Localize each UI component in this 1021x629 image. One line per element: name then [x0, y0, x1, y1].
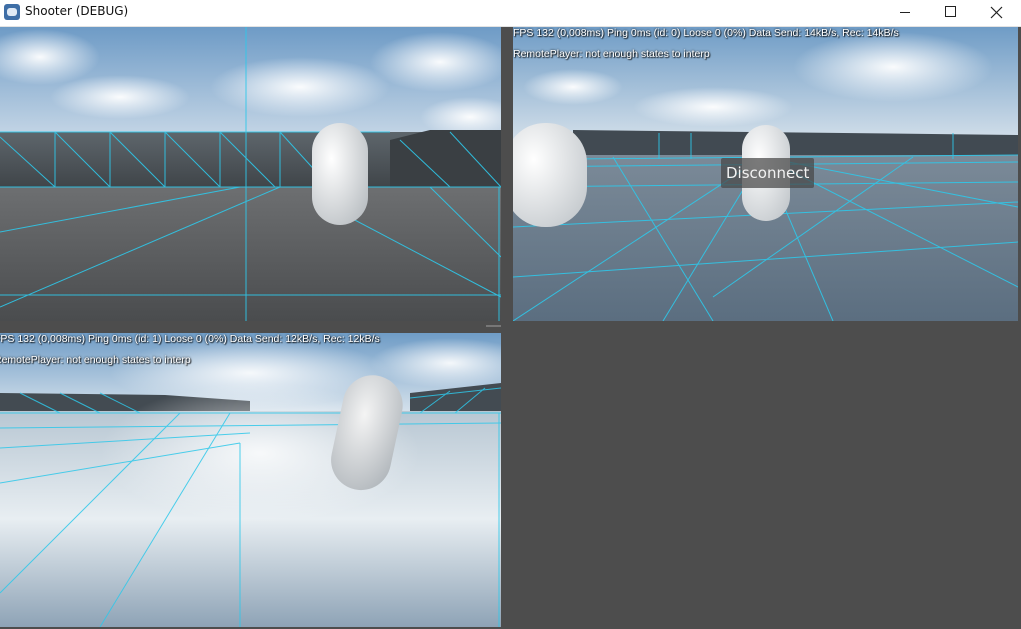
game-viewport-player-3[interactable]: FPS 132 (0,008ms) Ping 0ms (id: 1) Loose… — [0, 333, 501, 627]
game-viewport-player-2[interactable]: FPS 132 (0,008ms) Ping 0ms (id: 0) Loose… — [513, 27, 1018, 321]
debug-stats-text: FPS 132 (0,008ms) Ping 0ms (id: 0) Loose… — [513, 27, 899, 39]
debug-stats-text: FPS 132 (0,008ms) Ping 0ms (id: 1) Loose… — [0, 333, 380, 345]
window-title: Shooter (DEBUG) — [25, 4, 129, 18]
debug-warning-text: RemotePlayer: not enough states to inter… — [513, 48, 710, 60]
app-icon — [4, 4, 20, 20]
remote-player-capsule-near — [513, 123, 587, 227]
remote-player-capsule — [312, 123, 368, 225]
scene-render — [0, 27, 501, 321]
scene-render — [0, 333, 501, 627]
debug-warning-text: RemotePlayer: not enough states to inter… — [0, 354, 191, 366]
minimize-button[interactable] — [882, 0, 928, 26]
maximize-button[interactable] — [928, 0, 974, 26]
close-icon — [990, 6, 1003, 19]
title-bar[interactable]: Shooter (DEBUG) — [0, 0, 1021, 27]
disconnect-button[interactable]: Disconnect — [721, 158, 815, 188]
close-button[interactable] — [974, 0, 1020, 26]
empty-viewport-slot — [501, 321, 1021, 629]
game-viewport-player-1[interactable] — [0, 27, 501, 321]
